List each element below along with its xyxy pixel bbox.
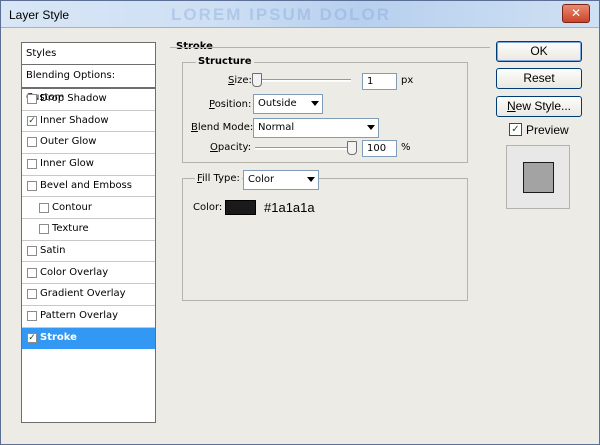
style-item-satin[interactable]: Satin — [22, 241, 155, 263]
chevron-down-icon — [367, 125, 375, 130]
size-slider-thumb[interactable] — [252, 73, 262, 87]
fill-type-group — [182, 178, 468, 301]
background-watermark-text: LOREM IPSUM DOLOR — [171, 5, 392, 24]
style-item-stroke[interactable]: ✓ Stroke — [22, 327, 155, 350]
title-bar[interactable]: LOREM IPSUM DOLOR Layer Style ✕ — [1, 1, 599, 28]
layer-style-dialog: LOREM IPSUM DOLOR Layer Style ✕ Styles B… — [0, 0, 600, 445]
style-preview-thumbnail — [506, 145, 570, 209]
close-icon: ✕ — [570, 6, 582, 20]
style-item-checkbox[interactable] — [27, 94, 37, 104]
styles-header[interactable]: Styles — [22, 43, 155, 65]
position-select-value: Outside — [258, 98, 297, 109]
preview-checkbox[interactable]: ✓ — [509, 123, 522, 136]
style-item-label: Inner Glow — [40, 158, 94, 170]
new-style-mnemonic: N — [506, 99, 516, 113]
position-label: Position: — [209, 99, 252, 110]
style-item-label: Texture — [52, 223, 89, 235]
style-item-label: Satin — [40, 244, 66, 256]
style-item-checkbox[interactable] — [39, 224, 49, 235]
size-unit: px — [401, 75, 414, 86]
style-item-label: Contour — [52, 201, 92, 213]
style-item-texture[interactable]: Texture — [22, 219, 155, 241]
style-item-gradient-overlay[interactable]: Gradient Overlay — [22, 284, 155, 306]
preview-label: Preview — [526, 123, 569, 137]
size-label: Size: — [228, 75, 252, 86]
style-item-bevel-and-emboss[interactable]: Bevel and Emboss — [22, 176, 155, 198]
style-item-label: Inner Shadow — [40, 114, 109, 126]
style-item-checkbox[interactable] — [27, 159, 37, 170]
style-item-label: Stroke — [40, 331, 77, 343]
style-item-checkbox[interactable] — [39, 202, 49, 213]
new-style-button[interactable]: New Style... — [496, 96, 582, 117]
style-item-drop-shadow[interactable]: Drop Shadow — [22, 89, 155, 111]
style-item-checkbox[interactable] — [27, 180, 37, 191]
style-item-inner-glow[interactable]: Inner Glow — [22, 154, 155, 176]
opacity-slider-thumb[interactable] — [347, 141, 357, 155]
opacity-label: Opacity: — [210, 142, 252, 153]
blend-mode-label: Blend Mode: — [191, 122, 254, 133]
style-item-label: Pattern Overlay — [40, 310, 119, 321]
style-item-outer-glow[interactable]: Outer Glow — [22, 132, 155, 154]
style-item-checkbox[interactable] — [27, 137, 37, 148]
opacity-unit: % — [401, 142, 411, 153]
stroke-color-hex: #1a1a1a — [264, 200, 315, 215]
style-item-checkbox[interactable] — [27, 267, 37, 278]
style-item-contour[interactable]: Contour — [22, 198, 155, 220]
blend-mode-select-value: Normal — [258, 122, 295, 133]
style-item-checkbox[interactable] — [27, 245, 37, 256]
blend-mode-select[interactable]: Normal — [253, 118, 379, 138]
style-item-checkbox[interactable]: ✓ — [27, 332, 37, 343]
chevron-down-icon — [311, 101, 319, 106]
color-label: Color: — [193, 202, 223, 213]
new-style-label: ew Style... — [515, 99, 572, 113]
style-item-label: Drop Shadow — [40, 93, 107, 104]
fill-type-label: Fill Type: — [195, 173, 242, 185]
stroke-color-swatch[interactable] — [225, 200, 256, 215]
styles-list: Styles Blending Options: Custom Drop Sha… — [21, 42, 156, 423]
style-item-pattern-overlay[interactable]: Pattern Overlay — [22, 306, 155, 328]
close-button[interactable]: ✕ — [562, 4, 590, 23]
opacity-slider-track[interactable] — [255, 147, 355, 150]
window-title: Layer Style — [9, 8, 70, 22]
style-item-checkbox[interactable] — [27, 289, 37, 300]
fill-type-select-value: Color — [248, 174, 275, 185]
reset-button[interactable]: Reset — [496, 68, 582, 89]
position-select[interactable]: Outside — [253, 94, 323, 114]
ok-button[interactable]: OK — [496, 41, 582, 62]
style-item-label: Bevel and Emboss — [40, 179, 132, 191]
style-item-label: Gradient Overlay — [40, 288, 126, 300]
chevron-down-icon — [307, 177, 315, 182]
style-item-label: Color Overlay — [40, 266, 109, 278]
blending-options-item[interactable]: Blending Options: Custom — [22, 65, 155, 103]
size-slider-track[interactable] — [255, 79, 351, 82]
style-item-inner-shadow[interactable]: ✓ Inner Shadow — [22, 111, 155, 133]
style-item-label: Outer Glow — [40, 136, 97, 148]
style-item-checkbox[interactable] — [27, 311, 37, 321]
style-preview-swatch — [523, 162, 554, 193]
size-input[interactable]: 1 — [362, 73, 397, 90]
style-item-color-overlay[interactable]: Color Overlay — [22, 263, 155, 285]
style-item-checkbox[interactable]: ✓ — [27, 115, 37, 126]
structure-legend: Structure — [196, 56, 254, 68]
fill-type-select[interactable]: Color — [243, 170, 319, 190]
opacity-input[interactable]: 100 — [362, 140, 397, 157]
